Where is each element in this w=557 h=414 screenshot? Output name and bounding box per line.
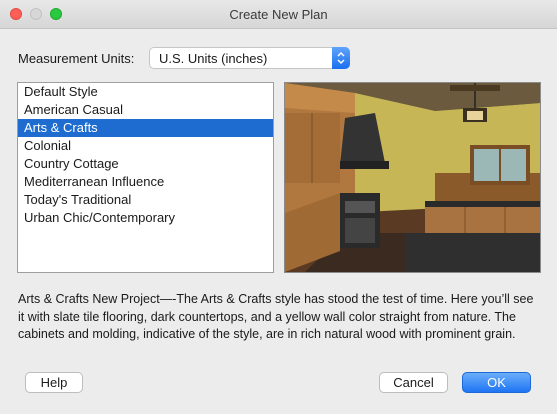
style-list-item[interactable]: Mediterranean Influence	[18, 173, 273, 191]
style-list[interactable]: Default Style American Casual Arts & Craft…	[17, 82, 274, 273]
measurement-units-select[interactable]: U.S. Units (inches)	[149, 47, 350, 69]
ok-button[interactable]: OK	[462, 372, 531, 393]
style-list-item[interactable]: Default Style	[18, 83, 273, 101]
style-preview-image	[284, 82, 541, 273]
create-new-plan-dialog: Create New Plan Measurement Units: U.S. …	[0, 0, 557, 414]
help-button[interactable]: Help	[25, 372, 83, 393]
up-down-arrows-icon	[337, 51, 345, 65]
style-list-item[interactable]: Today's Traditional	[18, 191, 273, 209]
kitchen-render-illustration	[285, 83, 540, 272]
style-description: Arts & Crafts New Project—-The Arts & Cr…	[18, 292, 534, 341]
measurement-units-value: U.S. Units (inches)	[159, 51, 268, 66]
style-list-item[interactable]: Country Cottage	[18, 155, 273, 173]
style-list-item[interactable]: Urban Chic/Contemporary	[18, 209, 273, 227]
cancel-button[interactable]: Cancel	[379, 372, 448, 393]
window-title: Create New Plan	[229, 7, 328, 22]
style-list-item[interactable]: Arts & Crafts	[18, 119, 273, 137]
measurement-units-label: Measurement Units:	[18, 51, 135, 66]
style-list-item[interactable]: Colonial	[18, 137, 273, 155]
style-list-item[interactable]: American Casual	[18, 101, 273, 119]
title-bar: Create New Plan	[0, 0, 557, 29]
select-stepper[interactable]	[332, 47, 350, 69]
